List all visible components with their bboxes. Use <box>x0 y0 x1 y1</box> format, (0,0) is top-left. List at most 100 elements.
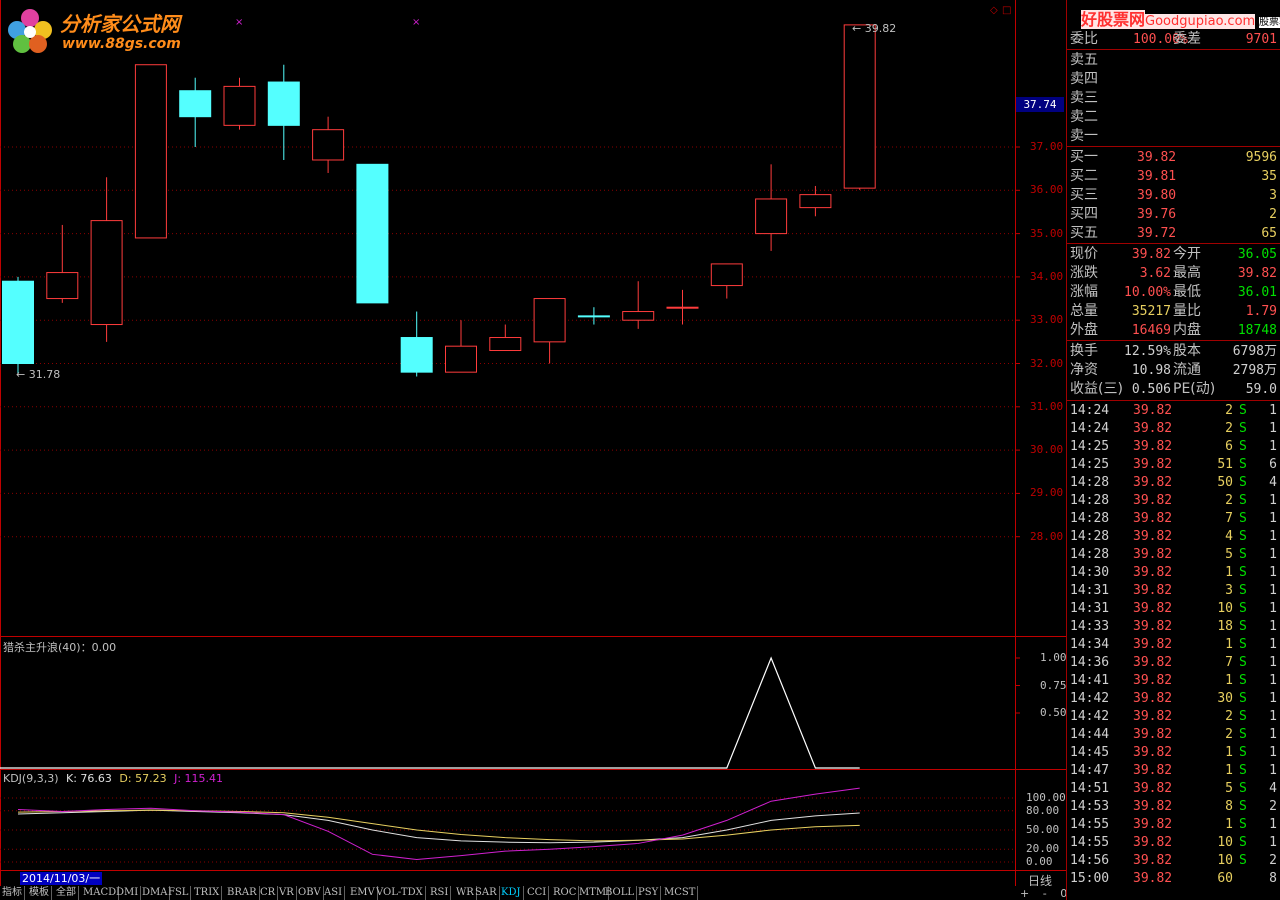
chart-close-icon[interactable]: □ <box>1002 5 1011 16</box>
tick-volume: 8 <box>1225 799 1233 814</box>
tick-time: 14:25 <box>1070 439 1110 454</box>
tick-time: 14:47 <box>1070 763 1110 778</box>
tab-模板[interactable]: 模板 <box>27 886 52 900</box>
candle[interactable] <box>400 311 433 377</box>
tick-side: S <box>1239 691 1247 706</box>
tick-count: 1 <box>1269 691 1277 706</box>
trade-tick-row: 14:31 39.82 10 S 1 <box>1067 600 1279 618</box>
tick-volume: 50 <box>1217 475 1233 490</box>
candle[interactable] <box>666 289 699 325</box>
candle[interactable] <box>710 263 743 299</box>
stat-row: 涨跌 3.62 最高 39.82 <box>1067 264 1279 283</box>
tick-count: 2 <box>1269 853 1277 868</box>
tab-trix[interactable]: TRIX <box>192 886 223 900</box>
tab-vol-tdx[interactable]: VOL-TDX <box>374 886 426 900</box>
tick-price: 39.82 <box>1133 853 1173 868</box>
chart-option-icon[interactable]: ◇ <box>990 5 998 16</box>
stat-row: 总量 35217 量比 1.79 <box>1067 302 1279 321</box>
tick-price: 39.82 <box>1133 547 1173 562</box>
trade-tick-row: 14:56 39.82 10 S 2 <box>1067 852 1279 870</box>
trade-tick-row: 14:55 39.82 1 S 1 <box>1067 816 1279 834</box>
candle[interactable] <box>577 307 610 325</box>
candle-body <box>577 315 610 318</box>
price-tick: 34.00 <box>1030 269 1064 283</box>
tick-side: S <box>1239 727 1247 742</box>
tab-asi[interactable]: ASI <box>322 886 346 900</box>
kdj-tick: 0.00 <box>1026 855 1053 868</box>
candle[interactable] <box>533 298 566 364</box>
tab-全部[interactable]: 全部 <box>54 886 79 900</box>
candle[interactable] <box>755 164 788 251</box>
buy-price: 39.76 <box>1137 207 1177 222</box>
candle[interactable] <box>223 77 256 130</box>
buy-price: 39.72 <box>1137 226 1177 241</box>
candle[interactable] <box>2 276 34 374</box>
tab-mcst[interactable]: MCST <box>662 886 699 900</box>
candle-body <box>666 306 699 309</box>
candle[interactable] <box>489 324 522 352</box>
stat-value: 18748 <box>1237 323 1277 338</box>
candle-body <box>445 345 477 373</box>
candle[interactable] <box>622 281 655 329</box>
tab-cci[interactable]: CCI <box>525 886 550 900</box>
candle-body <box>134 64 167 239</box>
tab-boll[interactable]: BOLL <box>603 886 638 900</box>
tab-kdj[interactable]: KDJ <box>499 886 524 900</box>
tab-sar[interactable]: SAR <box>473 886 500 900</box>
watermark-tag: 股票软件公式 <box>1259 17 1280 28</box>
stock-chart[interactable]: × × ◇ □ <box>0 0 1066 886</box>
buy-row: 买一 39.82 9596 <box>1067 148 1279 167</box>
tick-volume: 2 <box>1225 421 1233 436</box>
tick-time: 14:36 <box>1070 655 1110 670</box>
tab-brar[interactable]: BRAR <box>225 886 260 900</box>
candle-body <box>755 198 788 235</box>
tick-price: 39.82 <box>1133 601 1173 616</box>
tick-count: 1 <box>1269 511 1277 526</box>
tab-指标[interactable]: 指标 <box>0 886 25 900</box>
tab-rsi[interactable]: RSI <box>428 886 452 900</box>
tick-volume: 3 <box>1225 583 1233 598</box>
candle[interactable] <box>134 64 167 239</box>
candle[interactable] <box>445 320 477 373</box>
trade-tick-row: 14:25 39.82 51 S 6 <box>1067 456 1279 474</box>
tab-obv[interactable]: OBV <box>296 886 324 900</box>
tab-vr[interactable]: VR <box>277 886 297 900</box>
stat-value: 16469 <box>1131 323 1171 338</box>
tab-roc[interactable]: ROC <box>551 886 580 900</box>
candle[interactable] <box>46 224 79 303</box>
candle-body <box>179 90 212 118</box>
tick-side: S <box>1239 493 1247 508</box>
fund-label: 收益(三) <box>1070 381 1123 397</box>
zoom-in-button[interactable]: + <box>1020 887 1029 900</box>
tick-volume: 60 <box>1217 871 1233 886</box>
tab-psy[interactable]: PSY <box>636 886 662 900</box>
tick-side: S <box>1239 853 1247 868</box>
tick-count: 4 <box>1269 475 1277 490</box>
candle[interactable] <box>179 77 212 147</box>
buy-row: 买五 39.72 65 <box>1067 224 1279 243</box>
tick-volume: 5 <box>1225 547 1233 562</box>
tick-price: 39.82 <box>1133 403 1173 418</box>
trade-tick-row: 14:28 39.82 50 S 4 <box>1067 474 1279 492</box>
candle[interactable] <box>267 64 300 160</box>
tab-fsl[interactable]: FSL <box>166 886 192 900</box>
candle[interactable] <box>90 177 123 342</box>
tab-cr[interactable]: CR <box>258 886 279 900</box>
trade-tick-row: 14:34 39.82 1 S 1 <box>1067 636 1279 654</box>
stat-label: 涨跌 <box>1070 265 1098 281</box>
tab-dmi[interactable]: DMI <box>114 886 142 900</box>
tick-volume: 30 <box>1217 691 1233 706</box>
indicator1-tick: 0.75 <box>1040 678 1067 692</box>
indicator1-tick: 0.50 <box>1040 706 1067 719</box>
candle[interactable] <box>843 24 876 190</box>
trade-tick-row: 14:42 39.82 30 S 1 <box>1067 690 1279 708</box>
buy-price: 39.80 <box>1137 188 1177 203</box>
tick-side: S <box>1239 619 1247 634</box>
zoom-out-button[interactable]: - <box>1043 887 1047 900</box>
tick-count: 1 <box>1269 583 1277 598</box>
candle[interactable] <box>312 116 345 173</box>
tick-count: 1 <box>1269 619 1277 634</box>
candle[interactable] <box>356 163 389 304</box>
candle-body <box>799 194 832 209</box>
tick-price: 39.82 <box>1133 565 1173 580</box>
